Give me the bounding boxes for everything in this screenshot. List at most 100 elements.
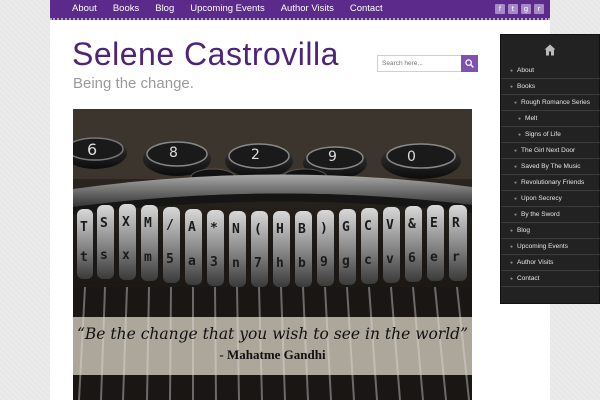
svg-text:C: C <box>364 219 372 234</box>
svg-text:T: T <box>80 220 88 235</box>
svg-text:t: t <box>80 250 88 265</box>
nav-item-author-visits[interactable]: Author Visits <box>273 0 342 18</box>
sidebar-item-label: Books <box>517 83 536 90</box>
svg-text:s: s <box>100 248 108 263</box>
svg-text:a: a <box>188 254 196 269</box>
svg-text:m: m <box>144 250 152 265</box>
bullet-icon: ● <box>514 180 518 186</box>
nav-item-upcoming-events[interactable]: Upcoming Events <box>182 0 272 18</box>
bullet-icon: ● <box>518 132 522 138</box>
facebook-icon[interactable]: f <box>495 4 505 14</box>
sidebar-item-label: Melt <box>525 115 538 122</box>
svg-text:6: 6 <box>87 140 97 159</box>
nav-item-about[interactable]: About <box>64 0 105 18</box>
sidebar-item-the-girl-next-door[interactable]: ● The Girl Next Door <box>501 143 600 159</box>
sidebar-item-about[interactable]: ● About <box>501 63 600 79</box>
google-plus-icon[interactable]: g <box>521 4 531 14</box>
nav-item-blog[interactable]: Blog <box>147 0 182 18</box>
svg-text:g: g <box>342 254 350 269</box>
sidebar-item-books[interactable]: ● Books <box>501 79 600 95</box>
svg-text:2: 2 <box>251 147 260 163</box>
sidebar-item-author-visits[interactable]: ● Author Visits <box>501 255 600 271</box>
social-links: f t g r <box>495 4 544 14</box>
sidebar-item-by-the-sword[interactable]: ● By the Sword <box>501 207 600 223</box>
svg-text:v: v <box>386 252 394 267</box>
svg-text:R: R <box>452 216 460 231</box>
svg-text:h: h <box>276 256 284 271</box>
svg-text:5: 5 <box>166 252 174 267</box>
sidebar-item-label: Rough Romance Series <box>521 99 591 106</box>
sidebar-item-melt[interactable]: ● Melt <box>501 111 600 127</box>
sidebar-item-label: Contact <box>517 275 540 282</box>
quote-overlay: “Be the change that you wish to see in t… <box>73 317 472 375</box>
sidebar-item-upon-secrecy[interactable]: ● Upon Secrecy <box>501 191 600 207</box>
svg-text:/: / <box>166 218 174 233</box>
top-nav-bar: About Books Blog Upcoming Events Author … <box>50 0 550 20</box>
twitter-icon[interactable]: t <box>508 4 518 14</box>
svg-text:(: ( <box>254 222 262 237</box>
sidebar-item-revolutionary-friends[interactable]: ● Revolutionary Friends <box>501 175 600 191</box>
svg-text:x: x <box>122 248 130 263</box>
sidebar-item-label: Upon Secrecy <box>521 195 562 202</box>
sidebar-menu: ● About ● Books ● Rough Romance Series ● Mel… <box>500 34 600 304</box>
bullet-icon: ● <box>510 84 514 90</box>
svg-text:n: n <box>232 256 240 271</box>
sidebar-item-label: Saved By The Music <box>521 163 581 170</box>
sidebar-item-label: About <box>517 67 535 74</box>
svg-text:A: A <box>188 220 196 235</box>
sidebar-item-label: Blog <box>517 227 531 234</box>
svg-text:e: e <box>430 250 438 265</box>
svg-text:&: & <box>408 217 416 232</box>
quote-author: - Mahatme Gandhi <box>219 347 326 362</box>
sidebar-item-signs-of-life[interactable]: ● Signs of Life <box>501 127 600 143</box>
svg-text:8: 8 <box>169 145 178 161</box>
sidebar-item-label: Upcoming Events <box>517 243 568 250</box>
main-nav: About Books Blog Upcoming Events Author … <box>64 0 391 18</box>
sidebar-item-label: Revolutionary Friends <box>521 179 585 186</box>
sidebar-item-label: The Girl Next Door <box>521 147 576 154</box>
sidebar-item-label: By the Sword <box>521 211 560 218</box>
svg-text:): ) <box>320 221 328 236</box>
hero-image: 6 8 2 9 0 T t S s X x M m / 5 A a * 3 N … <box>73 109 472 400</box>
sidebar-item-upcoming-events[interactable]: ● Upcoming Events <box>501 239 600 255</box>
rss-icon[interactable]: r <box>534 4 544 14</box>
bullet-icon: ● <box>514 196 518 202</box>
bullet-icon: ● <box>514 212 518 218</box>
svg-text:H: H <box>276 222 284 237</box>
site-title[interactable]: Selene Castrovilla <box>72 36 339 73</box>
svg-text:0: 0 <box>407 149 416 165</box>
nav-item-books[interactable]: Books <box>105 0 147 18</box>
svg-text:9: 9 <box>328 149 337 165</box>
bullet-icon: ● <box>510 244 514 250</box>
sidebar-item-rough-romance-series[interactable]: ● Rough Romance Series <box>501 95 600 111</box>
svg-text:B: B <box>298 222 306 237</box>
bullet-icon: ● <box>510 276 514 282</box>
svg-text:M: M <box>144 216 152 231</box>
bullet-icon: ● <box>514 148 518 154</box>
bullet-icon: ● <box>510 228 514 234</box>
svg-text:G: G <box>342 220 350 235</box>
svg-text:9: 9 <box>320 255 328 270</box>
nav-item-contact[interactable]: Contact <box>342 0 391 18</box>
search-button[interactable] <box>461 55 478 72</box>
svg-text:N: N <box>232 222 240 237</box>
svg-text:7: 7 <box>254 256 262 271</box>
svg-text:*: * <box>210 221 218 236</box>
bullet-icon: ● <box>510 260 514 266</box>
bullet-icon: ● <box>514 100 518 106</box>
sidebar-item-contact[interactable]: ● Contact <box>501 271 600 287</box>
bullet-icon: ● <box>510 68 514 74</box>
sidebar-item-saved-by-the-music[interactable]: ● Saved By The Music <box>501 159 600 175</box>
svg-text:r: r <box>452 250 460 265</box>
content-panel: Selene Castrovilla Being the change. Sea… <box>50 20 550 400</box>
home-icon[interactable] <box>544 44 556 56</box>
bullet-icon: ● <box>518 116 522 122</box>
svg-text:6: 6 <box>408 251 416 266</box>
site-tagline: Being the change. <box>73 75 194 92</box>
search-icon <box>465 59 474 68</box>
svg-text:V: V <box>386 218 394 233</box>
sidebar-item-label: Signs of Life <box>525 131 561 138</box>
svg-text:X: X <box>122 215 130 230</box>
sidebar-item-blog[interactable]: ● Blog <box>501 223 600 239</box>
sidebar-menu-list: ● About ● Books ● Rough Romance Series ● Mel… <box>501 63 600 287</box>
